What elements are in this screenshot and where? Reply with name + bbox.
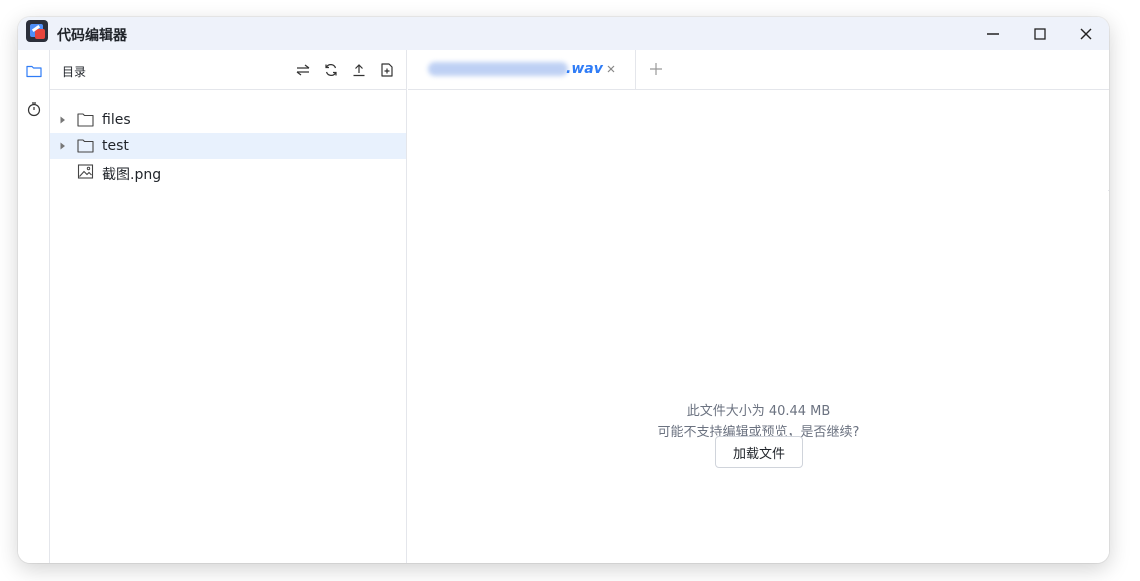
close-icon [1080,28,1092,39]
title-bar: 代码编辑器 [18,17,1109,50]
tree-item-label: 截图.png [102,167,162,183]
folder-icon [77,139,94,153]
editor-area: .wav 此文件大小为 40.44 MB 可能不支持编辑或预览，是否继续? 加载… [408,50,1109,563]
maximize-icon [1034,27,1046,40]
app-logo-icon [26,20,48,42]
tab-bar: .wav [408,50,1109,90]
load-file-button[interactable]: 加载文件 [715,436,803,468]
minimize-button[interactable] [973,17,1013,50]
new-file-button[interactable] [378,61,396,79]
redacted-filename [428,62,568,76]
refresh-button[interactable] [322,61,340,79]
image-file-icon [77,164,94,179]
upload-icon [353,64,365,77]
app-window: 代码编辑器 目录 files test 截图.png .wav 此文件大小为 4… [18,17,1109,563]
tree-item-test[interactable]: test [50,133,406,159]
timer-icon[interactable] [25,100,43,118]
activity-bar [18,50,50,563]
tree-item-label: files [102,112,131,128]
divider [1108,190,1109,256]
minimize-icon [987,32,999,35]
chevron-right-icon[interactable] [59,141,67,151]
close-icon[interactable] [605,63,617,75]
collapse-icon [296,64,310,76]
tree-item-label: test [102,138,129,154]
upload-button[interactable] [350,61,368,79]
new-file-icon [381,63,393,77]
file-size-notice: 此文件大小为 40.44 MB [686,404,831,419]
folder-icon[interactable] [25,62,43,80]
close-window-button[interactable] [1066,17,1106,50]
tab-label: .wav [566,61,603,77]
file-explorer: 目录 files test 截图.png [50,50,407,563]
app-title: 代码编辑器 [57,28,127,44]
tree-item-screenshot-png[interactable]: 截图.png [50,159,406,185]
maximize-button[interactable] [1020,17,1060,50]
chevron-right-icon[interactable] [59,115,67,125]
folder-icon [77,113,94,127]
tree-item-files[interactable]: files [50,107,406,133]
explorer-header: 目录 [50,50,406,90]
collapse-all-button[interactable] [294,61,312,79]
plus-icon[interactable] [648,61,664,77]
tab-wav-file[interactable]: .wav [408,50,636,90]
refresh-icon [325,64,337,76]
explorer-title: 目录 [62,65,87,79]
